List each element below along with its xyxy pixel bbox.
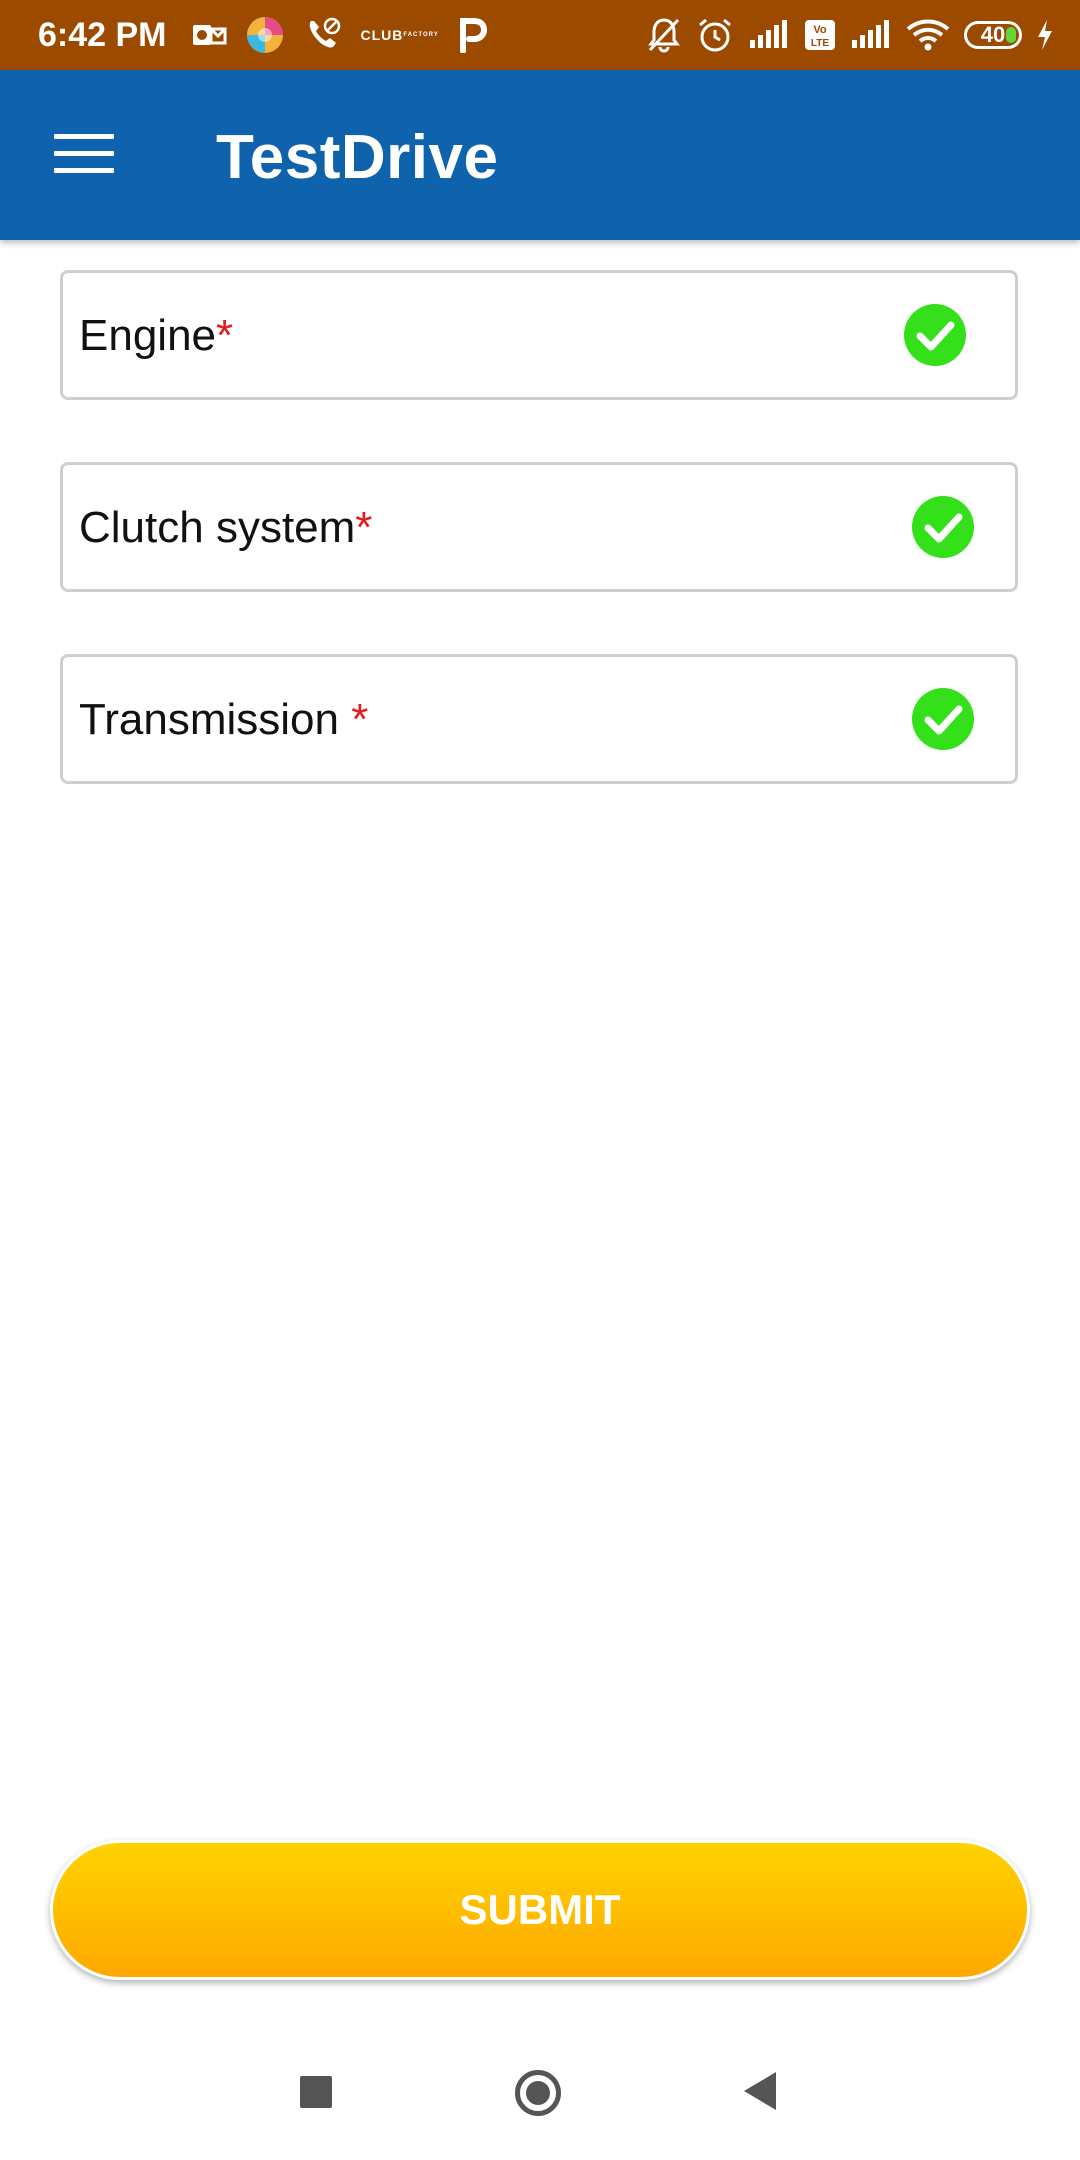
wifi-icon	[906, 19, 950, 51]
club-logo-sub: FACTORY	[403, 32, 439, 38]
checklist-item-label: Engine*	[79, 311, 233, 361]
home-icon[interactable]	[515, 2070, 561, 2116]
required-mark: *	[216, 311, 234, 360]
battery-icon: 40	[964, 21, 1022, 49]
battery-fill	[1006, 27, 1016, 43]
club-factory-icon: CLUB FACTORY	[360, 27, 439, 43]
back-icon[interactable]	[744, 2072, 776, 2110]
clutch-system-label: Clutch system	[79, 503, 356, 552]
notifications-off-icon	[646, 16, 682, 54]
club-logo-text: CLUB	[360, 27, 404, 43]
required-mark: *	[351, 695, 369, 744]
checklist-item-label: Transmission *	[79, 695, 368, 745]
check-circle-icon[interactable]	[911, 687, 975, 751]
status-bar: 6:42 PM CLUB FACTORY Vo LTE 40	[0, 0, 1080, 70]
p-app-icon	[457, 17, 487, 53]
call-blocked-icon	[303, 15, 343, 55]
app-circle-icon	[245, 15, 285, 55]
battery-level: 40	[980, 22, 1006, 47]
check-circle-icon[interactable]	[903, 303, 967, 367]
volte-icon: Vo LTE	[804, 19, 836, 51]
checklist-item-clutch-system[interactable]: Clutch system*	[60, 462, 1018, 592]
app-title: TestDrive	[216, 123, 499, 192]
required-mark: *	[355, 503, 373, 552]
check-circle-icon[interactable]	[911, 495, 975, 559]
outlook-icon	[191, 19, 227, 51]
alarm-icon	[696, 16, 734, 54]
svg-text:LTE: LTE	[811, 38, 829, 49]
signal-2-icon	[850, 20, 892, 50]
transmission-label: Transmission	[79, 695, 352, 744]
status-left-icons: CLUB FACTORY	[191, 15, 487, 55]
checklist-item-engine[interactable]: Engine*	[60, 270, 1018, 400]
app-bar: TestDrive	[0, 70, 1080, 240]
submit-button[interactable]: SUBMIT	[50, 1840, 1030, 1980]
status-time: 6:42 PM	[38, 15, 167, 54]
checklist-item-transmission[interactable]: Transmission *	[60, 654, 1018, 784]
recent-apps-icon[interactable]	[300, 2076, 332, 2108]
signal-icon	[748, 20, 790, 50]
engine-label: Engine	[79, 311, 217, 360]
checklist-item-label: Clutch system*	[79, 503, 372, 553]
status-right-icons: Vo LTE 40	[646, 0, 1054, 70]
charging-icon	[1036, 19, 1054, 51]
navigation-bar	[0, 2030, 1080, 2160]
svg-text:Vo: Vo	[813, 24, 827, 36]
hamburger-menu-icon[interactable]	[54, 134, 114, 178]
